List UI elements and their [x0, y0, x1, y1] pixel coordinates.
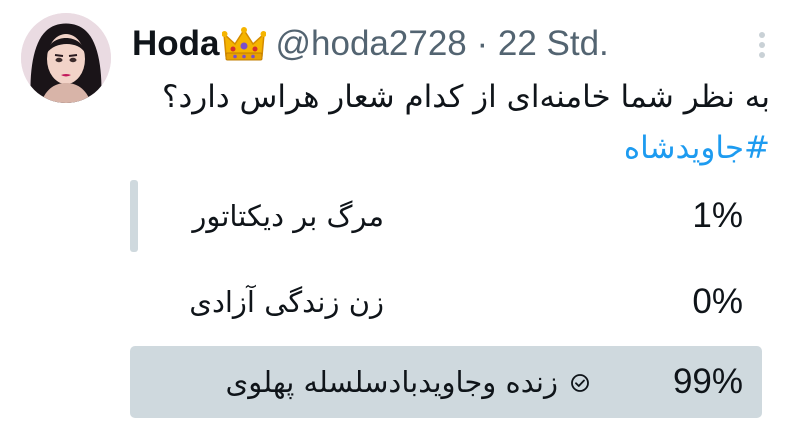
tweet-text: به نظر شما خامنه‌ای از کدام شعار هراس دا…: [162, 79, 770, 115]
avatar[interactable]: [21, 13, 111, 103]
poll-result-bar: [130, 180, 138, 252]
poll-option[interactable]: مرگ بر دیکتاتور 1%: [130, 180, 768, 252]
poll-option-label: مرگ بر دیکتاتور: [192, 199, 384, 233]
avatar-image: [21, 13, 111, 103]
poll-option-percent: 99%: [672, 362, 743, 401]
more-vertical-icon: [759, 32, 765, 58]
poll-option-percent: 1%: [692, 196, 743, 235]
poll-option-percent: 0%: [692, 282, 743, 321]
more-options-button[interactable]: [748, 30, 776, 60]
display-name[interactable]: Hoda: [132, 24, 220, 64]
poll-option-selected[interactable]: زنده وجاویدبادسلسله پهلوی 99%: [130, 346, 768, 418]
tweet-header: Hoda @hoda2728 · 22 Std.: [132, 18, 609, 70]
hashtag-link[interactable]: #جاویدشاه: [132, 126, 770, 170]
poll-option-label: زنده وجاویدبادسلسله پهلوی: [225, 365, 558, 399]
poll-option[interactable]: زن زندگی آزادی 0%: [130, 266, 768, 338]
handle-and-time[interactable]: @hoda2728 · 22 Std.: [276, 24, 609, 64]
poll-option-label: زن زندگی آزادی: [189, 285, 384, 319]
crown-icon: [221, 26, 266, 62]
check-circle-icon: [570, 373, 590, 393]
